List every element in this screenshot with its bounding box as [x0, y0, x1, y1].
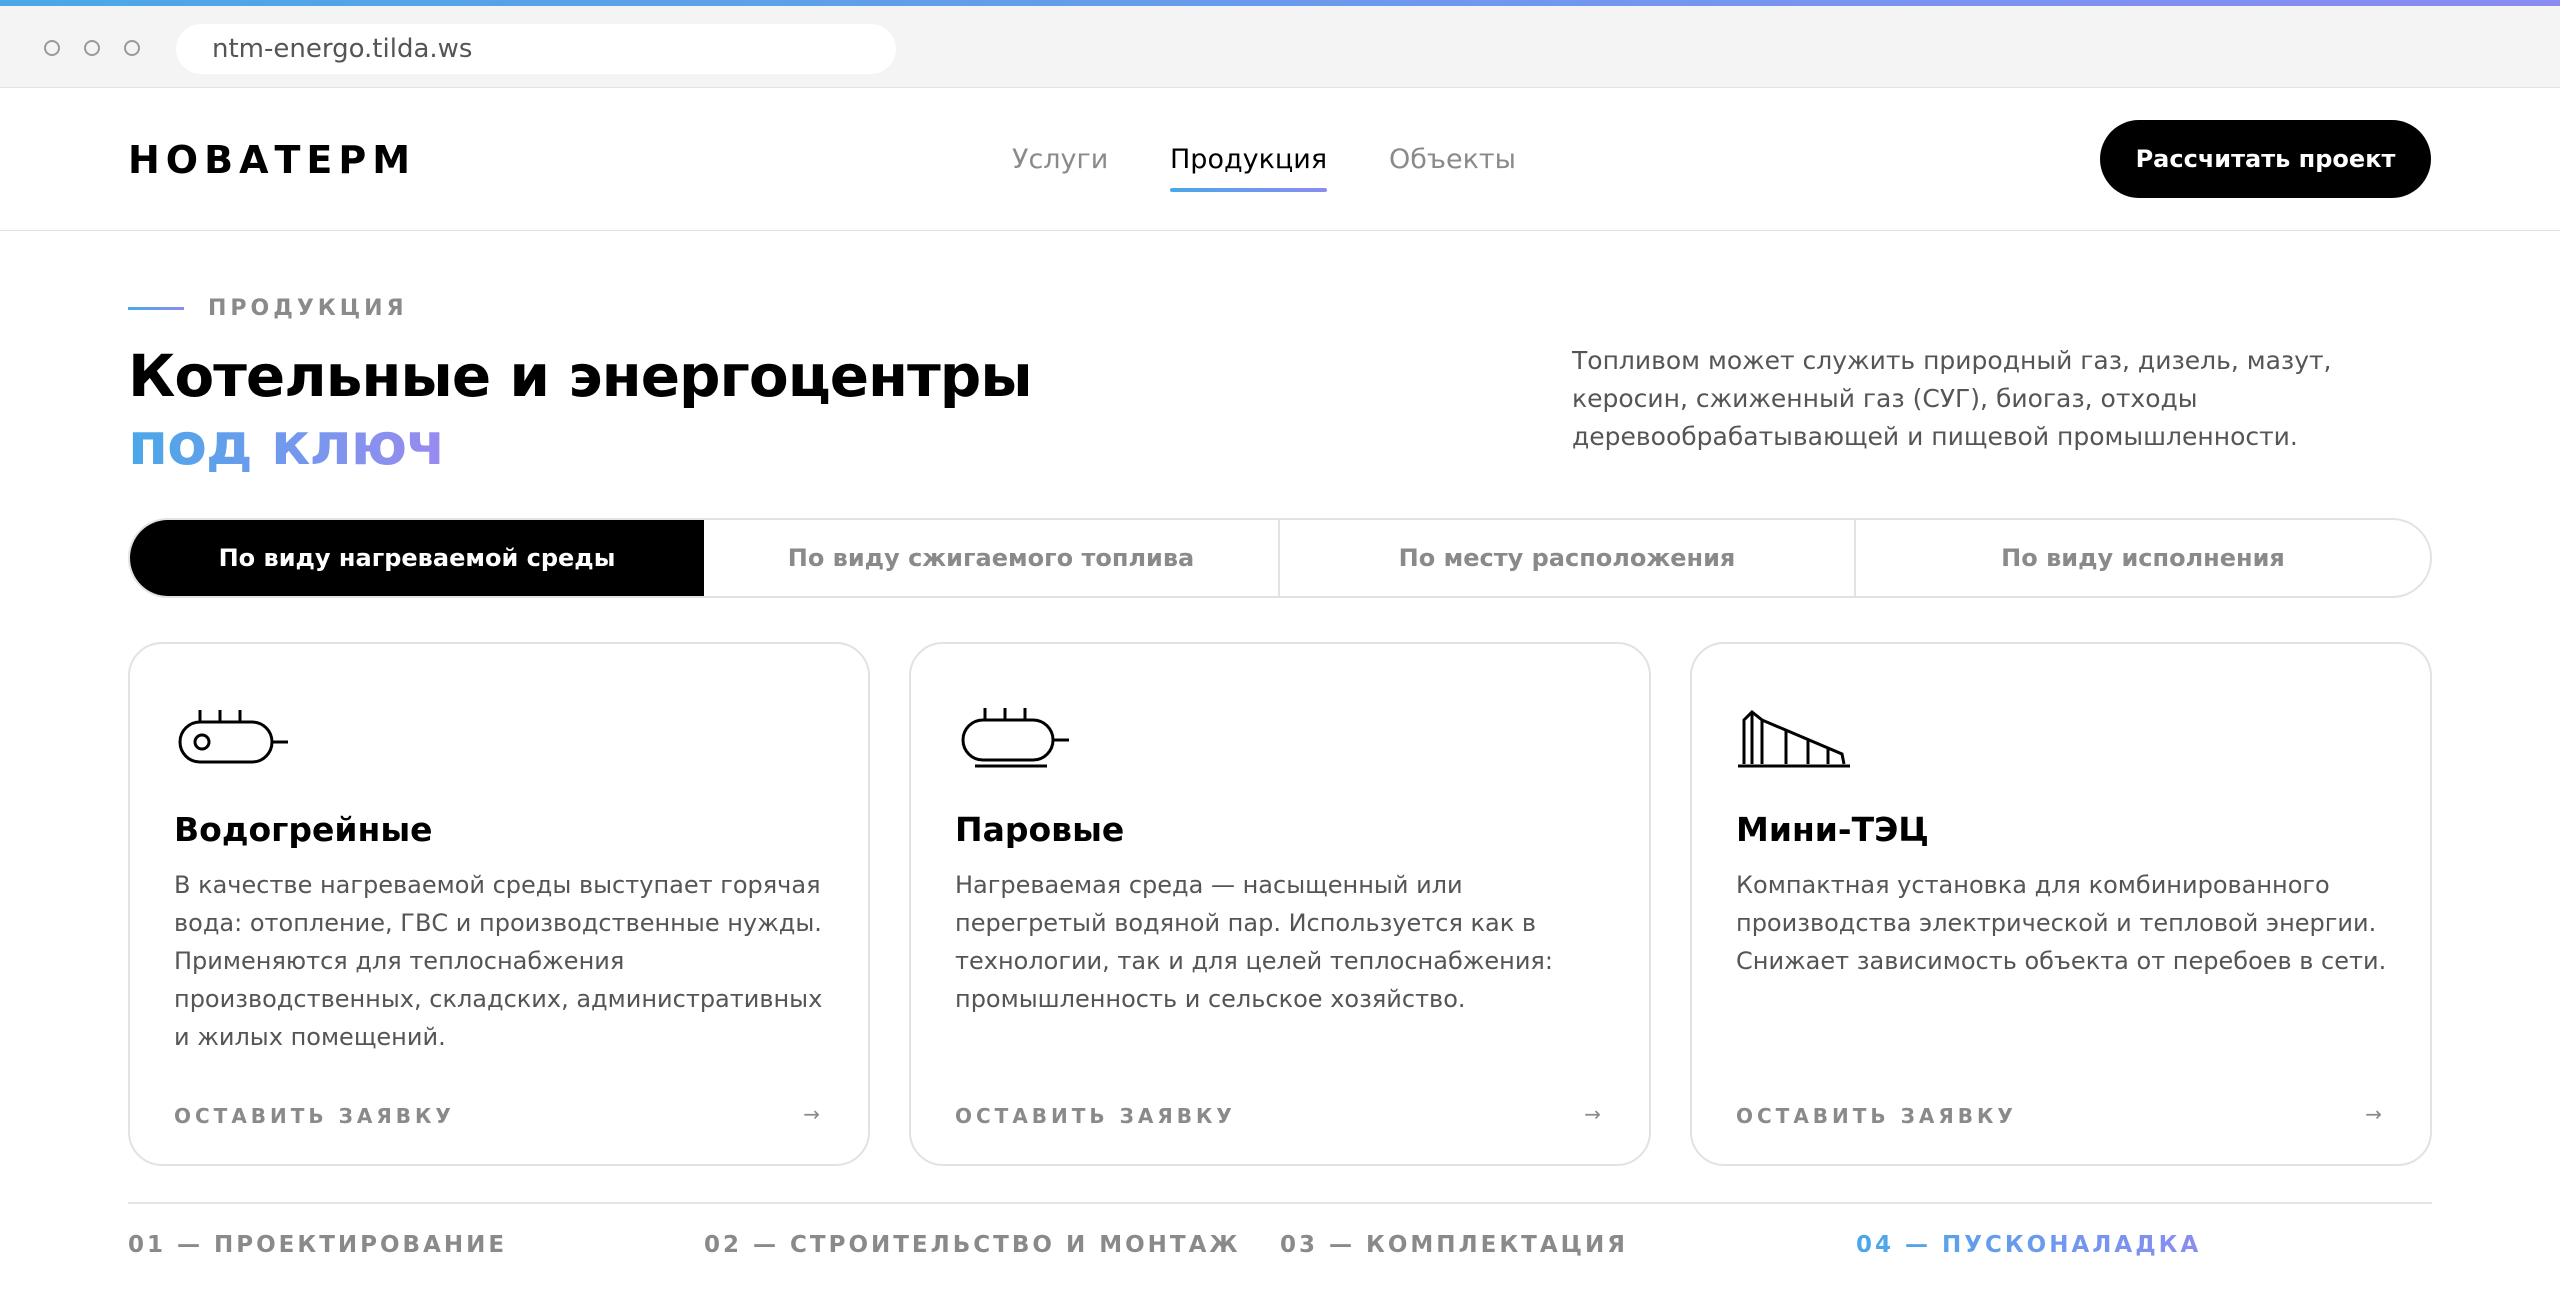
calculate-project-button[interactable]: Рассчитать проект — [2100, 120, 2431, 198]
tab-location[interactable]: По месту расположения — [1280, 520, 1856, 596]
page-title: Котельные и энергоцентры — [128, 342, 1033, 410]
window-minimize-dot[interactable] — [84, 40, 100, 56]
step-design[interactable]: 01 — ПРОЕКТИРОВАНИЕ — [128, 1232, 507, 1258]
water-boiler-icon — [178, 710, 288, 764]
window-close-dot[interactable] — [44, 40, 60, 56]
nav-item-services[interactable]: Услуги — [1012, 144, 1108, 175]
steps-divider — [128, 1202, 2432, 1204]
section-eyebrow: ПРОДУКЦИЯ — [208, 296, 408, 321]
power-plant-icon — [1738, 709, 1850, 768]
card-title: Паровые — [955, 810, 1125, 849]
nav-item-products[interactable]: Продукция — [1170, 144, 1328, 192]
arrow-right-icon[interactable]: → — [803, 1102, 820, 1126]
leave-request-link[interactable]: ОСТАВИТЬ ЗАЯВКУ — [955, 1104, 1236, 1128]
window-maximize-dot[interactable] — [124, 40, 140, 56]
leave-request-link[interactable]: ОСТАВИТЬ ЗАЯВКУ — [174, 1104, 455, 1128]
card-description: В качестве нагреваемой среды выступает г… — [174, 871, 823, 1051]
filter-tabs: По виду нагреваемой среды По виду сжигае… — [128, 518, 2432, 598]
card-description: Нагреваемая среда — насыщенный или перег… — [955, 871, 1553, 1013]
intro-description: Топливом может служить природный газ, ди… — [1572, 346, 2332, 451]
tab-execution[interactable]: По виду исполнения — [1856, 520, 2430, 596]
product-card-water[interactable]: Водогрейные В качестве нагреваемой среды… — [128, 642, 870, 1166]
site-logo[interactable]: НОВАТЕРМ — [128, 138, 416, 182]
nav-active-underline — [1170, 188, 1328, 192]
card-description: Компактная установка для комбинированног… — [1736, 871, 2387, 975]
site-header: НОВАТЕРМ Услуги Продукция Объекты Рассчи… — [0, 88, 2560, 231]
product-card-mini-chp[interactable]: Мини-ТЭЦ Компактная установка для комбин… — [1690, 642, 2432, 1166]
nav-item-products-label: Продукция — [1170, 144, 1328, 175]
browser-chrome: ntm-energo.tilda.ws — [0, 6, 2560, 88]
address-bar[interactable]: ntm-energo.tilda.ws — [176, 24, 896, 74]
leave-request-link[interactable]: ОСТАВИТЬ ЗАЯВКУ — [1736, 1104, 2017, 1128]
arrow-right-icon[interactable]: → — [1584, 1102, 1601, 1126]
step-equipment[interactable]: 03 — КОМПЛЕКТАЦИЯ — [1280, 1232, 1628, 1258]
tab-fuel-type[interactable]: По виду сжигаемого топлива — [704, 520, 1280, 596]
eyebrow-line — [128, 307, 184, 310]
steam-boiler-icon — [961, 708, 1069, 768]
step-commissioning[interactable]: 04 — ПУСКОНАЛАДКА — [1856, 1232, 2201, 1258]
tab-heated-medium[interactable]: По виду нагреваемой среды — [130, 520, 704, 596]
product-card-steam[interactable]: Паровые Нагреваемая среда — насыщенный и… — [909, 642, 1651, 1166]
nav-item-objects[interactable]: Объекты — [1389, 144, 1516, 175]
card-title: Водогрейные — [174, 810, 433, 849]
arrow-right-icon[interactable]: → — [2365, 1102, 2382, 1126]
page-title-accent: под ключ — [128, 410, 446, 478]
step-construction[interactable]: 02 — СТРОИТЕЛЬСТВО И МОНТАЖ — [704, 1232, 1241, 1258]
card-title: Мини-ТЭЦ — [1736, 810, 1929, 849]
